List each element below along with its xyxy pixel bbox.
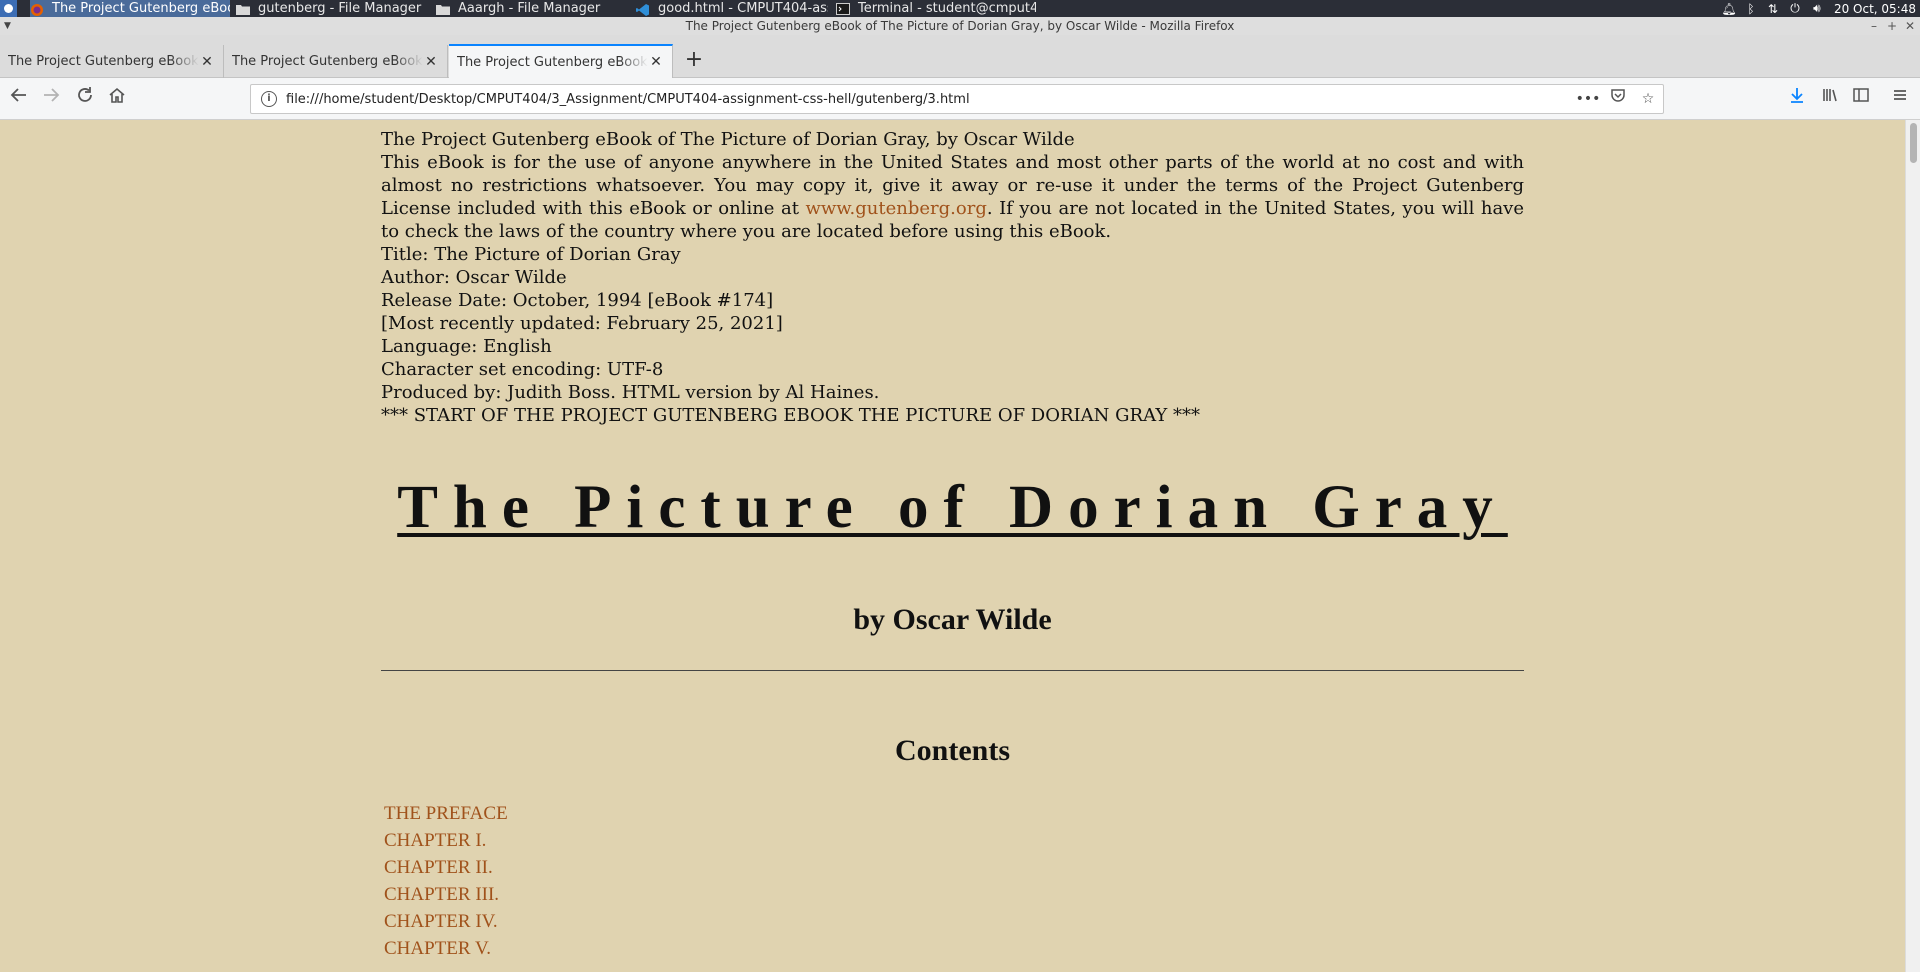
tab-title: The Project Gutenberg eBook of T	[8, 54, 199, 69]
downloads-icon[interactable]	[1782, 84, 1812, 114]
notification-bell-icon[interactable]: 🔔︎	[1718, 0, 1740, 17]
folder-icon	[236, 3, 250, 15]
library-icon[interactable]	[1815, 84, 1845, 114]
page-viewport: The Project Gutenberg eBook of The Pictu…	[0, 120, 1905, 972]
contents-heading: Contents	[894, 734, 1010, 767]
power-icon[interactable]: ⏻	[1784, 0, 1806, 17]
meta-language: Language: English	[381, 336, 552, 357]
book-title: The Picture of Dorian Gray	[397, 474, 1508, 541]
home-icon[interactable]	[102, 84, 132, 114]
firefox-icon	[30, 3, 44, 16]
close-tab-icon[interactable]: ✕	[423, 54, 439, 70]
sidebar-icon[interactable]	[1846, 84, 1876, 114]
taskbar-item-label: good.html - CMPUT404-assi...	[658, 1, 828, 16]
document-body: The Project Gutenberg eBook of The Pictu…	[381, 128, 1524, 962]
scrollbar-thumb[interactable]	[1910, 123, 1917, 163]
divider	[381, 670, 1524, 671]
page-actions-icon[interactable]: •••	[1573, 85, 1603, 113]
bookmark-star-icon[interactable]: ☆	[1633, 85, 1663, 113]
browser-tab[interactable]: The Project Gutenberg eBook of T ✕	[0, 45, 224, 78]
maximize-icon[interactable]: +	[1884, 17, 1900, 35]
forward-icon[interactable]	[36, 84, 66, 114]
tab-strip: The Project Gutenberg eBook of T ✕ The P…	[0, 35, 1920, 78]
taskbar-item-file-manager-gutenberg[interactable]: gutenberg - File Manager	[236, 0, 426, 17]
taskbar-item-label: The Project Gutenberg eBoo...	[52, 1, 230, 16]
gutenberg-link[interactable]: www.gutenberg.org	[805, 198, 986, 219]
meta-encoding: Character set encoding: UTF-8	[381, 359, 664, 380]
app-menu-icon[interactable]	[0, 0, 17, 17]
browser-tab[interactable]: The Project Gutenberg eBook of T ✕	[224, 45, 448, 78]
taskbar-item-firefox[interactable]: The Project Gutenberg eBoo...	[30, 0, 230, 17]
start-marker: *** START OF THE PROJECT GUTENBERG EBOOK…	[381, 405, 1200, 426]
toc-link-chapter-1[interactable]: CHAPTER I.	[384, 827, 1524, 854]
close-tab-icon[interactable]: ✕	[199, 54, 215, 70]
meta-produced-by: Produced by: Judith Boss. HTML version b…	[381, 382, 880, 403]
meta-release-date: Release Date: October, 1994 [eBook #174]	[381, 290, 774, 311]
tab-title: The Project Gutenberg eBook of T	[457, 54, 648, 70]
tab-title: The Project Gutenberg eBook of T	[232, 54, 423, 69]
close-window-icon[interactable]: ✕	[1902, 17, 1918, 35]
folder-icon	[436, 3, 450, 15]
window-menu-icon[interactable]: ▼	[4, 17, 11, 35]
taskbar-item-label: Aaargh - File Manager	[458, 1, 601, 16]
pocket-icon[interactable]	[1603, 85, 1633, 113]
window-titlebar: ▼ The Project Gutenberg eBook of The Pic…	[0, 17, 1920, 35]
new-tab-icon[interactable]: +	[680, 47, 708, 75]
site-info-icon[interactable]: i	[261, 91, 277, 107]
table-of-contents: THE PREFACE CHAPTER I. CHAPTER II. CHAPT…	[381, 800, 1524, 962]
system-taskbar: The Project Gutenberg eBoo... gutenberg …	[0, 0, 1920, 17]
toc-link-chapter-5[interactable]: CHAPTER V.	[384, 935, 1524, 962]
meta-updated: [Most recently updated: February 25, 202…	[381, 313, 783, 334]
back-icon[interactable]	[4, 84, 34, 114]
vscode-icon	[636, 3, 650, 16]
close-tab-icon[interactable]: ✕	[648, 54, 664, 70]
meta-title: Title: The Picture of Dorian Gray	[381, 244, 681, 265]
toc-link-chapter-3[interactable]: CHAPTER III.	[384, 881, 1524, 908]
browser-tab-selected[interactable]: The Project Gutenberg eBook of T ✕	[449, 44, 673, 78]
taskbar-item-terminal[interactable]: Terminal - student@cmput40...	[836, 0, 1036, 17]
terminal-icon	[836, 2, 850, 15]
hamburger-menu-icon[interactable]	[1885, 84, 1915, 114]
window-title: The Project Gutenberg eBook of The Pictu…	[685, 19, 1235, 33]
toc-link-chapter-2[interactable]: CHAPTER II.	[384, 854, 1524, 881]
book-byline: by Oscar Wilde	[853, 603, 1052, 636]
url-input[interactable]: file:///home/student/Desktop/CMPUT404/3_…	[286, 92, 1573, 107]
vertical-scrollbar[interactable]	[1905, 120, 1920, 972]
license-paragraph: This eBook is for the use of anyone anyw…	[381, 151, 1524, 243]
clock[interactable]: 20 Oct, 05:48	[1828, 2, 1920, 16]
url-bar[interactable]: i file:///home/student/Desktop/CMPUT404/…	[250, 84, 1664, 114]
taskbar-item-file-manager-aaargh[interactable]: Aaargh - File Manager	[436, 0, 626, 17]
meta-author: Author: Oscar Wilde	[381, 267, 567, 288]
ebook-header-line: The Project Gutenberg eBook of The Pictu…	[381, 129, 1075, 150]
minimize-icon[interactable]: –	[1866, 17, 1882, 35]
reload-icon[interactable]	[70, 84, 100, 114]
toc-link-chapter-4[interactable]: CHAPTER IV.	[384, 908, 1524, 935]
taskbar-item-vscode[interactable]: good.html - CMPUT404-assi...	[636, 0, 828, 17]
taskbar-item-label: Terminal - student@cmput40...	[858, 1, 1036, 16]
taskbar-item-label: gutenberg - File Manager	[258, 1, 422, 16]
navigation-toolbar: i file:///home/student/Desktop/CMPUT404/…	[0, 78, 1920, 120]
bluetooth-icon[interactable]: ᛒ	[1740, 0, 1762, 17]
volume-icon[interactable]: 🔊︎	[1806, 0, 1828, 17]
toc-link-preface[interactable]: THE PREFACE	[384, 800, 1524, 827]
network-icon[interactable]: ⇅	[1762, 0, 1784, 17]
system-tray: 🔔︎ ᛒ ⇅ ⏻ 🔊︎ 20 Oct, 05:48	[1718, 0, 1920, 17]
